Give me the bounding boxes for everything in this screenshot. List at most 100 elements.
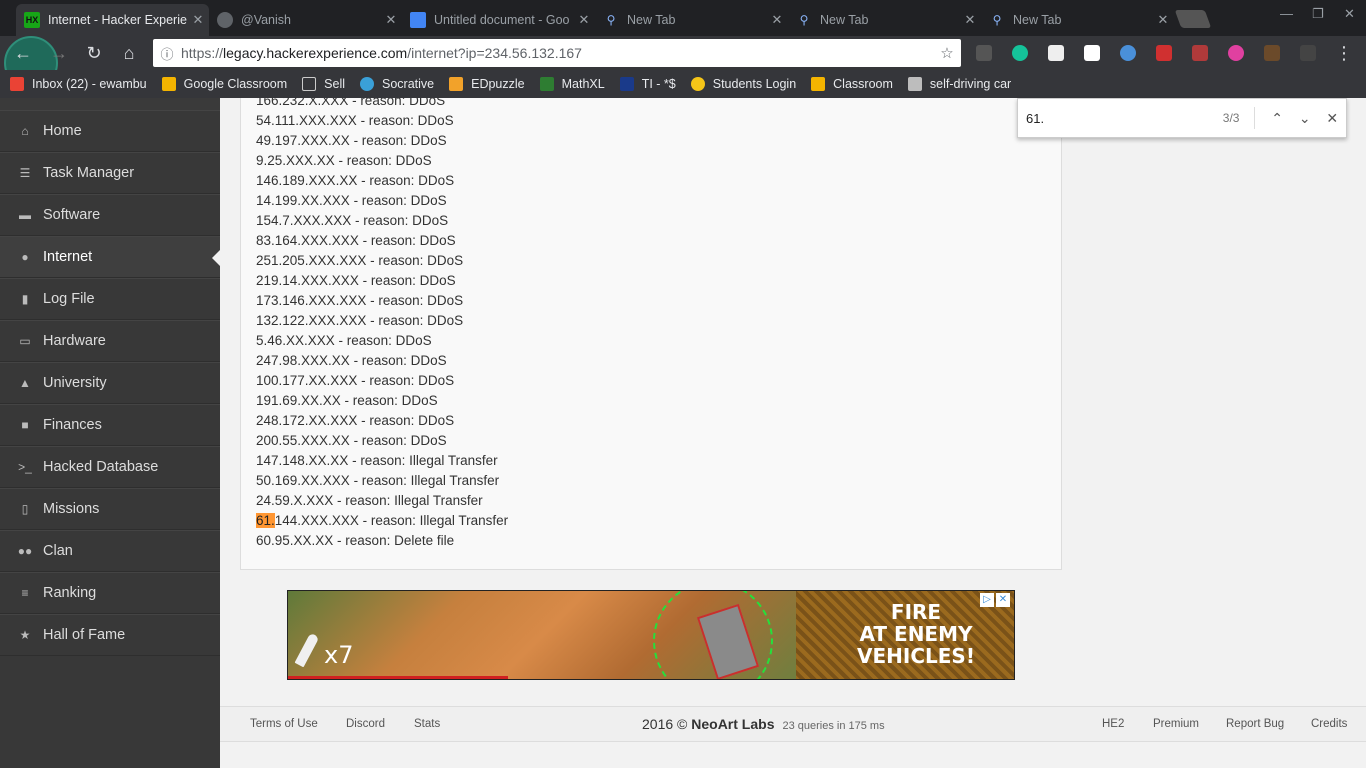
ad-headline: FIRE AT ENEMY VEHICLES!	[826, 601, 1006, 667]
sidebar-item-software[interactable]: ▬ Software	[0, 194, 220, 236]
new-tab-button[interactable]	[1174, 10, 1212, 28]
advertisement-banner[interactable]: x7 FIRE AT ENEMY VEHICLES! ▷ ✕	[287, 590, 1015, 680]
bookmark-label: Classroom	[833, 77, 893, 91]
close-tab-icon[interactable]: ✕	[1152, 12, 1174, 28]
red-extension-icon[interactable]	[1156, 45, 1172, 61]
bookmark-edpuzzle[interactable]: EDpuzzle	[449, 77, 525, 91]
hangouts-icon	[217, 12, 233, 28]
search-icon: ⚲	[799, 13, 809, 27]
close-tab-icon[interactable]: ✕	[766, 12, 788, 28]
star-extension-icon[interactable]	[1120, 45, 1136, 61]
bookmark-google-classroom[interactable]: Google Classroom	[161, 77, 287, 91]
pocket-extension-icon[interactable]	[1192, 45, 1208, 61]
grammarly-extension-icon[interactable]	[1012, 45, 1028, 61]
tab-new-tab-2[interactable]: ⚲ New Tab ✕	[788, 4, 981, 36]
bookmark-label: Students Login	[712, 77, 797, 91]
film-extension-icon[interactable]	[976, 45, 992, 61]
sidebar-item-ranking[interactable]: ≡ Ranking	[0, 572, 220, 614]
address-bar[interactable]: ⓘ https://legacy.hackerexperience.com/in…	[153, 39, 961, 67]
back-arrow-icon[interactable]: ←	[12, 42, 34, 64]
bookmark-mathxl[interactable]: MathXL	[539, 77, 605, 91]
close-window-icon[interactable]: ✕	[1344, 6, 1355, 22]
log-line: 166.232.X.XXX - reason: DDoS	[256, 98, 446, 108]
sidebar-item-task-manager[interactable]: ☰ Task Manager	[0, 152, 220, 194]
white-extension-icon[interactable]	[1084, 45, 1100, 61]
close-tab-icon[interactable]: ✕	[380, 12, 402, 28]
tab-untitled-document[interactable]: Untitled document - Goo ✕	[402, 4, 595, 36]
footer-terms-link[interactable]: Terms of Use	[250, 718, 318, 730]
maximize-icon[interactable]: ❐	[1312, 6, 1324, 22]
sidebar-item-home[interactable]: ⌂ Home	[0, 110, 220, 152]
page-icon	[302, 77, 317, 91]
find-next-icon[interactable]: ⌄	[1291, 110, 1319, 127]
footer-report-bug-link[interactable]: Report Bug	[1226, 718, 1284, 730]
sidebar-item-internet[interactable]: ● Internet	[0, 236, 220, 278]
bookmark-label: self-driving car	[929, 77, 1012, 91]
bookmark-sell[interactable]: Sell	[302, 77, 345, 91]
find-input[interactable]	[1026, 110, 1223, 126]
log-line: 9.25.XXX.XX - reason: DDoS	[256, 153, 432, 168]
sidebar-item-hacked-database[interactable]: >_ Hacked Database	[0, 446, 220, 488]
find-close-icon[interactable]: ✕	[1318, 110, 1346, 127]
tab-new-tab-3[interactable]: ⚲ New Tab ✕	[981, 4, 1174, 36]
minimize-icon[interactable]: —	[1280, 6, 1293, 21]
sidebar-item-label: Clan	[43, 543, 73, 559]
log-line: 173.146.XXX.XXX - reason: DDoS	[256, 293, 464, 308]
footer-discord-link[interactable]: Discord	[346, 718, 385, 730]
sidebar-item-label: Finances	[43, 417, 102, 433]
bookmark-classroom[interactable]: Classroom	[811, 77, 893, 91]
bookmark-inbox[interactable]: Inbox (22) - ewambu	[10, 77, 147, 91]
bookmark-self-driving-car[interactable]: self-driving car	[907, 77, 1012, 91]
sidebar-item-log-file[interactable]: ▮ Log File	[0, 278, 220, 320]
log-line: 146.189.XXX.XX - reason: DDoS	[256, 173, 455, 188]
tab-title: Internet - Hacker Experie	[48, 13, 187, 27]
footer-he2-link[interactable]: HE2	[1102, 718, 1124, 730]
log-line: 14.199.XX.XXX - reason: DDoS	[256, 193, 447, 208]
bookmark-star-icon[interactable]: ☆	[933, 44, 961, 62]
forward-arrow-icon[interactable]: →	[48, 42, 70, 64]
log-list: 166.232.X.XXX - reason: DDoS 54.111.XXX.…	[256, 98, 508, 551]
search-icon: ⚲	[992, 13, 1002, 27]
sidebar-item-hardware[interactable]: ▭ Hardware	[0, 320, 220, 362]
close-tab-icon[interactable]: ✕	[187, 12, 209, 28]
block-extension-icon[interactable]	[1264, 45, 1280, 61]
mathxl-icon	[539, 77, 554, 91]
bookmark-socrative[interactable]: Socrative	[360, 77, 434, 91]
bookmark-students-login[interactable]: Students Login	[690, 77, 797, 91]
find-previous-icon[interactable]: ⌃	[1263, 110, 1291, 127]
tab-new-tab-1[interactable]: ⚲ New Tab ✕	[595, 4, 788, 36]
tab-vanish[interactable]: @Vanish ✕	[209, 4, 402, 36]
find-bar: 3/3 ⌃ ⌄ ✕	[1017, 98, 1347, 138]
sidebar-item-clan[interactable]: ●● Clan	[0, 530, 220, 572]
tr-extension-icon[interactable]	[1300, 45, 1316, 61]
bookmark-ti[interactable]: TI - *$	[619, 77, 676, 91]
sidebar-item-label: Missions	[43, 501, 100, 517]
terminal-icon: >_	[18, 460, 32, 474]
footer-premium-link[interactable]: Premium	[1153, 718, 1199, 730]
monitor-icon: ▭	[19, 334, 31, 348]
adchoices-icon[interactable]: ▷	[980, 593, 994, 607]
sidebar-item-university[interactable]: ▲ University	[0, 362, 220, 404]
sidebar-item-finances[interactable]: ■ Finances	[0, 404, 220, 446]
info-icon[interactable]: ⓘ	[153, 44, 181, 63]
sidebar-item-label: Internet	[43, 249, 93, 265]
reload-icon[interactable]: ↻	[83, 42, 105, 64]
gmail-icon	[10, 77, 24, 91]
heart-extension-icon[interactable]	[1228, 45, 1244, 61]
s-extension-icon[interactable]	[1048, 45, 1064, 61]
url-text: https://legacy.hackerexperience.com/inte…	[181, 45, 933, 61]
page-footer: Terms of Use Discord Stats 2016 © NeoArt…	[220, 706, 1366, 742]
tab-hacker-experience[interactable]: HX Internet - Hacker Experie ✕	[16, 4, 209, 36]
menu-dots-icon[interactable]: ⋮	[1333, 42, 1355, 64]
sidebar-item-hall-of-fame[interactable]: ★ Hall of Fame	[0, 614, 220, 656]
footer-credits-link[interactable]: Credits	[1311, 718, 1347, 730]
sidebar-item-missions[interactable]: ▯ Missions	[0, 488, 220, 530]
home-icon: ⌂	[21, 124, 29, 138]
ad-close-icon[interactable]: ✕	[996, 593, 1010, 607]
close-tab-icon[interactable]: ✕	[573, 12, 595, 28]
sidebar: ⌂ Home ☰ Task Manager ▬ Software ● Internet …	[0, 98, 220, 768]
ad-headline-line: FIRE	[890, 600, 942, 624]
close-tab-icon[interactable]: ✕	[959, 12, 981, 28]
footer-stats-link[interactable]: Stats	[414, 718, 440, 730]
home-icon[interactable]: ⌂	[118, 42, 140, 64]
